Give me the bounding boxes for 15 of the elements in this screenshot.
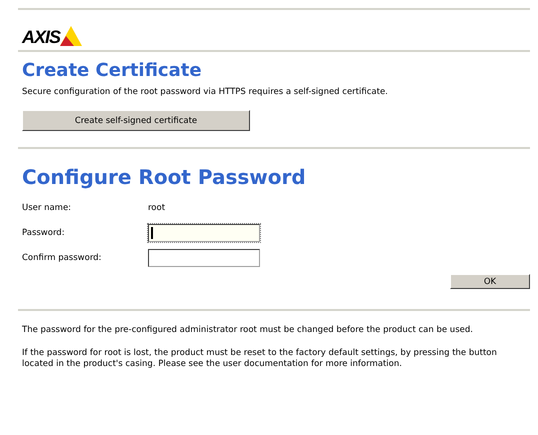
create-certificate-button[interactable]: Create self-signed certificate: [22, 110, 250, 131]
section-title: Create Certificate: [22, 60, 203, 81]
triangle-logo-icon: [60, 26, 82, 46]
user-name-value: root: [148, 202, 166, 212]
ok-button[interactable]: OK: [450, 274, 530, 289]
logo-text: AXIS: [22, 28, 60, 46]
field-label: Password:: [22, 228, 66, 238]
field-label: Confirm password:: [22, 252, 102, 262]
section-title: Configure Root Password: [22, 165, 307, 189]
password-field[interactable]: [148, 248, 260, 266]
note-text: If the password for root is lost, the product must be reset to the factory default settings, by pressing the button located in the product's casing. Please see the user documentation for more information.: [22, 348, 498, 370]
note-text: The password for the pre-configured administrator root must be changed before the product can be used.: [22, 325, 474, 336]
description-text: Secure configuration of the root password via HTTPS requires a self-signed certificate.: [22, 87, 389, 98]
field-label: User name:: [22, 202, 72, 212]
password-field[interactable]: [148, 224, 260, 242]
